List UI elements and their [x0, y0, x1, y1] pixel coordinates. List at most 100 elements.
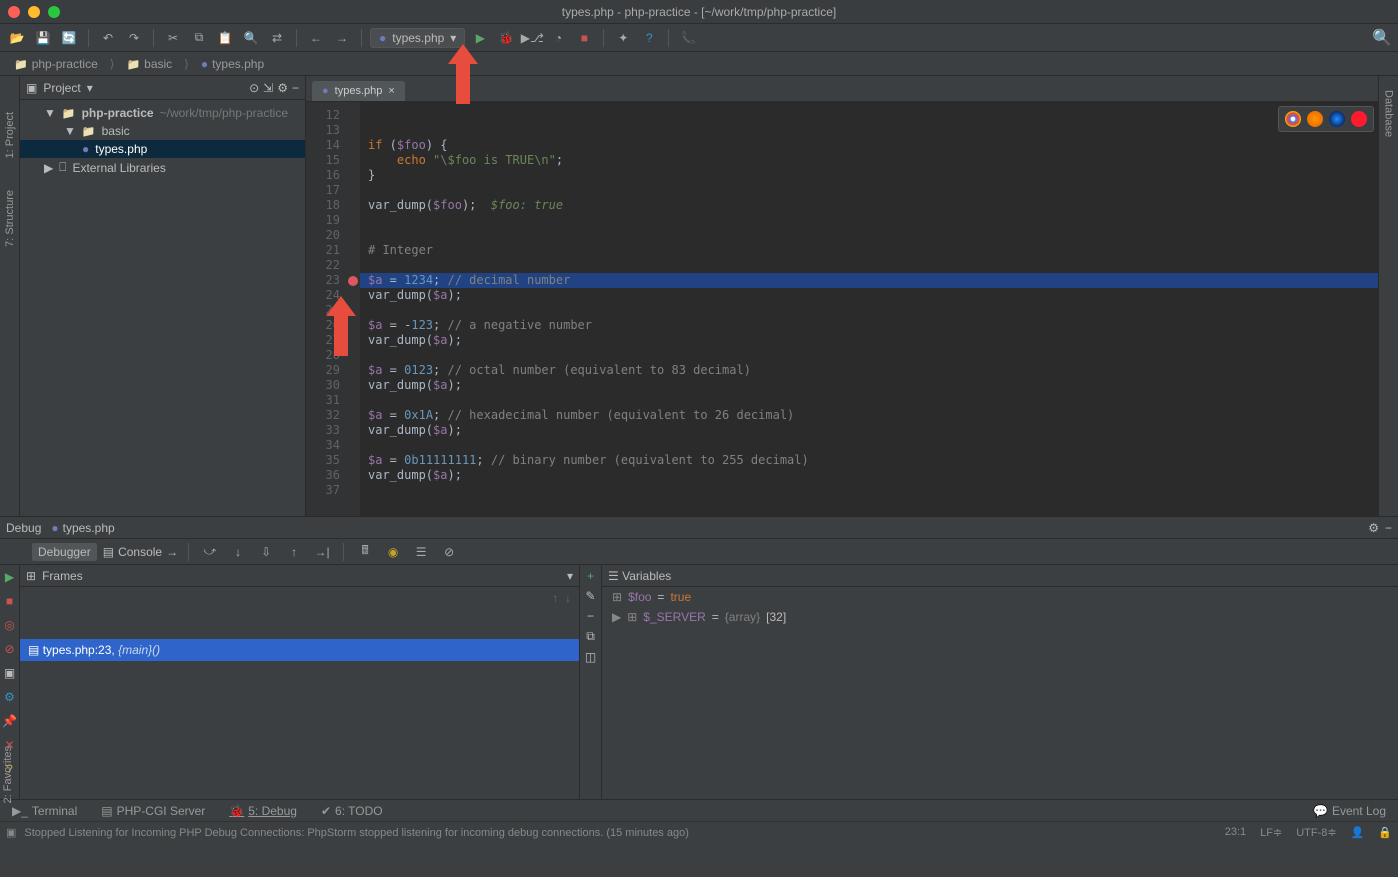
inspection-icon[interactable]: 👤: [1351, 826, 1365, 839]
settings-icon[interactable]: ✦: [612, 27, 634, 49]
mute-breakpoints-icon[interactable]: ⊘: [2, 641, 18, 657]
listen-debug-icon[interactable]: 📞: [677, 27, 699, 49]
line-separator[interactable]: LF≑: [1260, 826, 1282, 839]
search-everywhere-icon[interactable]: 🔍: [1372, 28, 1392, 48]
php-icon: [201, 57, 208, 71]
tab-phpcgi[interactable]: ▤PHP-CGI Server: [95, 802, 211, 820]
library-icon: ⎕: [59, 160, 66, 175]
run-to-cursor-icon[interactable]: →|: [311, 541, 333, 563]
forward-icon[interactable]: →: [331, 27, 353, 49]
hide-icon[interactable]: −: [1385, 521, 1392, 535]
php-icon: [322, 85, 329, 97]
tree-root[interactable]: ▼ php-practice ~/work/tmp/php-practice: [20, 104, 305, 122]
browser-bar: [1278, 106, 1374, 132]
cut-icon[interactable]: ✂: [162, 27, 184, 49]
dropdown-icon[interactable]: ▾: [87, 81, 93, 95]
mute-icon[interactable]: ⊘: [438, 541, 460, 563]
chrome-icon[interactable]: [1285, 111, 1301, 127]
tab-eventlog[interactable]: 💬Event Log: [1307, 802, 1392, 820]
toggle-icon[interactable]: ◫: [585, 650, 596, 664]
breadcrumb-file[interactable]: types.php: [195, 55, 270, 73]
back-icon[interactable]: ←: [305, 27, 327, 49]
frame-down-icon[interactable]: ↓: [565, 591, 571, 607]
new-watch-icon[interactable]: ✎: [585, 589, 595, 603]
cursor-position[interactable]: 23:1: [1225, 826, 1246, 839]
pin-icon[interactable]: 📌: [2, 713, 18, 729]
stop-icon[interactable]: ■: [2, 593, 18, 609]
editor-tab-types[interactable]: types.php ×: [312, 81, 405, 101]
sync-icon[interactable]: 🔄: [58, 27, 80, 49]
profile-icon[interactable]: ◔: [547, 27, 569, 49]
tab-structure[interactable]: 7: Structure: [2, 184, 18, 253]
step-over-icon[interactable]: ⤻: [199, 541, 221, 563]
restore-layout-icon[interactable]: ▣: [2, 665, 18, 681]
view-breakpoints-icon[interactable]: ◎: [2, 617, 18, 633]
help-icon[interactable]: ?: [638, 27, 660, 49]
copy-icon[interactable]: ⧉: [586, 629, 595, 644]
opera-icon[interactable]: [1351, 111, 1367, 127]
add-watch-icon[interactable]: +: [587, 569, 594, 583]
remove-watch-icon[interactable]: −: [587, 609, 594, 623]
dropdown-icon: ▾: [450, 31, 456, 45]
step-into-icon[interactable]: ↓: [227, 541, 249, 563]
coverage-icon[interactable]: ▶⎇: [521, 27, 543, 49]
variable-row[interactable]: ⊞ $foo = true: [602, 587, 1398, 607]
variable-row[interactable]: ▶ ⊞ $_SERVER = {array} [32]: [602, 607, 1398, 627]
tab-debugger[interactable]: Debugger: [32, 543, 97, 561]
copy-icon[interactable]: ⧉: [188, 27, 210, 49]
collapse-all-icon[interactable]: ⇲: [263, 81, 273, 95]
frame-up-icon[interactable]: ↑: [552, 591, 558, 607]
project-tree: ▼ php-practice ~/work/tmp/php-practice ▼…: [20, 100, 305, 181]
gear-icon[interactable]: ⚙: [277, 81, 288, 95]
status-message: Stopped Listening for Incoming PHP Debug…: [24, 827, 688, 839]
step-out-icon[interactable]: ↑: [283, 541, 305, 563]
watch-icon[interactable]: ◉: [382, 541, 404, 563]
tab-debug[interactable]: 🐞5: Debug: [223, 802, 303, 820]
settings-icon[interactable]: ⚙: [2, 689, 18, 705]
file-encoding[interactable]: UTF-8≑: [1296, 826, 1336, 839]
folder-icon: [82, 124, 96, 138]
tab-database[interactable]: Database: [1381, 84, 1397, 143]
resume-icon[interactable]: ▶: [2, 569, 18, 585]
php-icon: [82, 142, 89, 156]
php-icon: [51, 521, 58, 535]
tree-folder-basic[interactable]: ▼ basic: [20, 122, 305, 140]
hide-icon[interactable]: −: [292, 81, 299, 95]
tree-file-types[interactable]: types.php: [20, 140, 305, 158]
replace-icon[interactable]: ⇄: [266, 27, 288, 49]
debug-icon[interactable]: 🐞: [495, 27, 517, 49]
firefox-icon[interactable]: [1307, 111, 1323, 127]
server-icon: ▤: [101, 804, 112, 818]
force-step-into-icon[interactable]: ⇩: [255, 541, 277, 563]
paste-icon[interactable]: 📋: [214, 27, 236, 49]
redo-icon[interactable]: ↷: [123, 27, 145, 49]
tree-external-libraries[interactable]: ▶ ⎕ External Libraries: [20, 158, 305, 177]
frame-item[interactable]: ▤ types.php:23, {main}(): [20, 639, 579, 661]
chevron-right-icon: ▶: [44, 161, 53, 175]
debug-icon: 🐞: [229, 804, 244, 818]
debug-session-tab[interactable]: types.php: [45, 519, 120, 537]
lock-icon[interactable]: 🔒: [1378, 826, 1392, 839]
code-text[interactable]: if ($foo) { echo "\$foo is TRUE\n";} var…: [360, 102, 1398, 516]
open-icon[interactable]: 📂: [6, 27, 28, 49]
breadcrumb-root[interactable]: php-practice: [8, 55, 104, 73]
tab-todo[interactable]: ✔6: TODO: [315, 802, 389, 820]
evaluate-icon[interactable]: 🖩: [354, 541, 376, 563]
safari-icon[interactable]: [1329, 111, 1345, 127]
undo-icon[interactable]: ↶: [97, 27, 119, 49]
tab-console[interactable]: ▤Console→: [103, 545, 178, 559]
code-editor[interactable]: 1213141516171819202122232425262728293031…: [306, 102, 1398, 516]
find-icon[interactable]: 🔍: [240, 27, 262, 49]
scroll-to-icon[interactable]: ⊙: [249, 81, 259, 95]
close-icon[interactable]: ×: [388, 85, 394, 97]
project-panel: ▣ Project ▾ ⊙ ⇲ ⚙ − ▼ php-practice ~/wor…: [20, 76, 306, 516]
breadcrumb-folder[interactable]: basic: [120, 55, 178, 73]
sort-icon[interactable]: ☰: [410, 541, 432, 563]
debug-tab-label: Debug: [6, 521, 41, 535]
tab-project[interactable]: 1: Project: [2, 106, 18, 164]
stop-icon[interactable]: ■: [573, 27, 595, 49]
gear-icon[interactable]: ⚙: [1368, 521, 1379, 535]
save-all-icon[interactable]: 💾: [32, 27, 54, 49]
dropdown-icon[interactable]: ▾: [567, 569, 573, 583]
tab-favorites[interactable]: 2: Favorites: [0, 740, 16, 809]
